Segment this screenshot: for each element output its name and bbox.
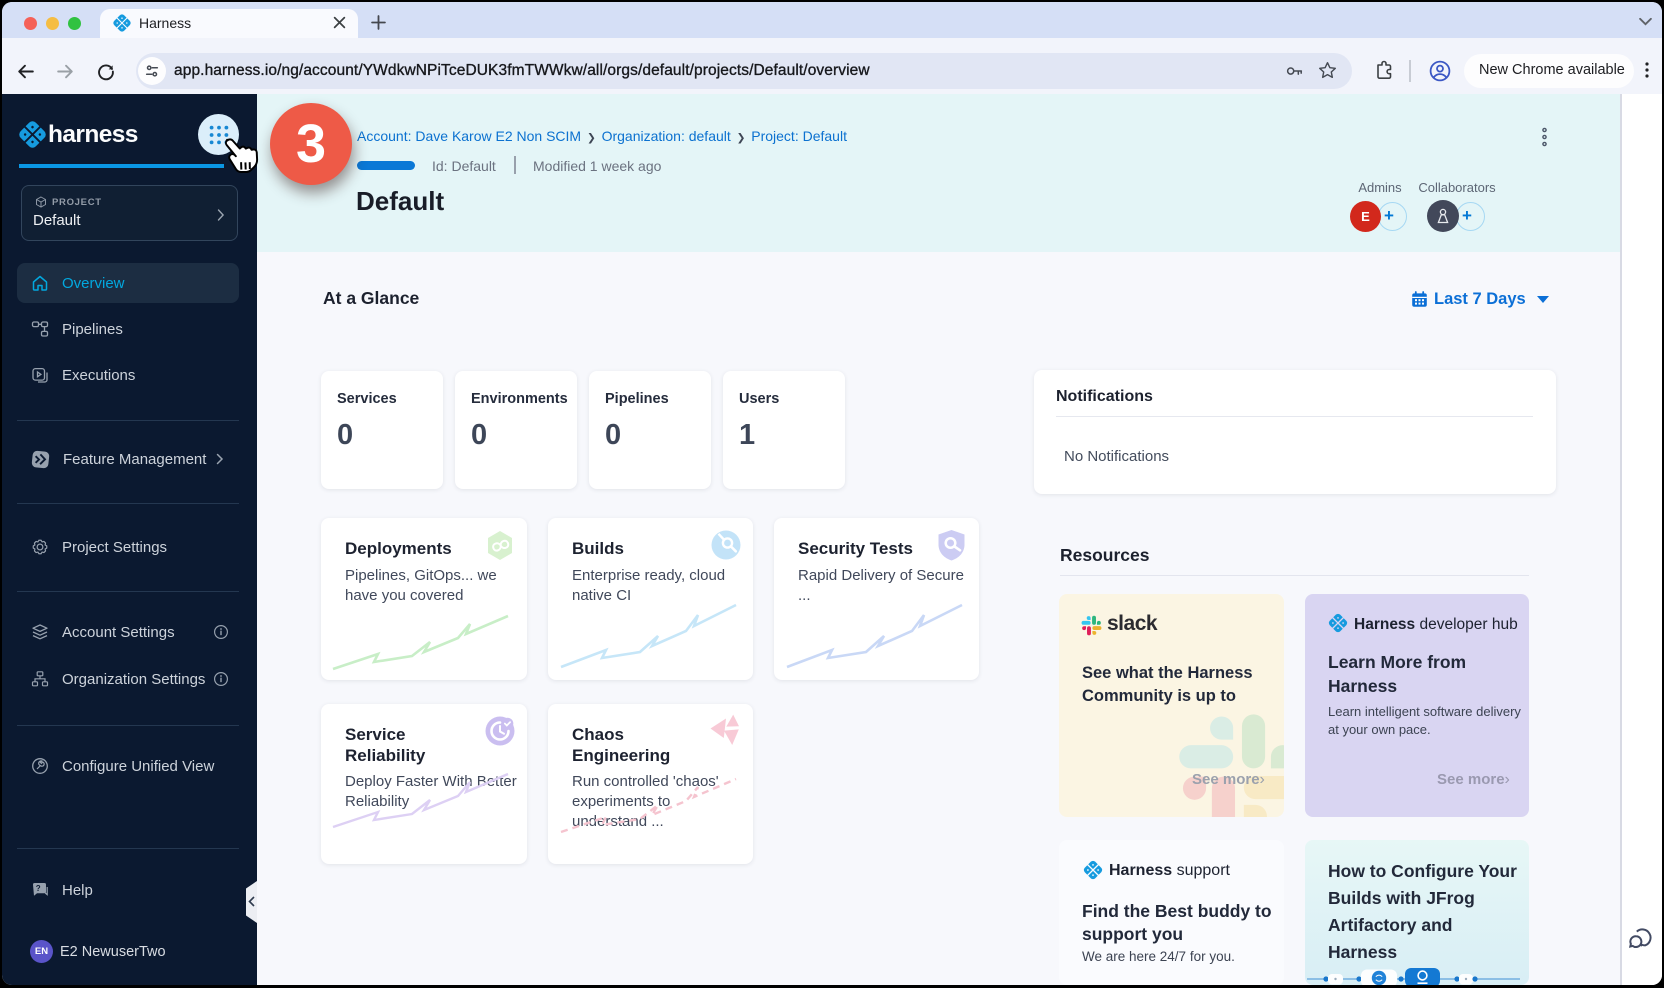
svg-text:?: ? [36,884,41,893]
